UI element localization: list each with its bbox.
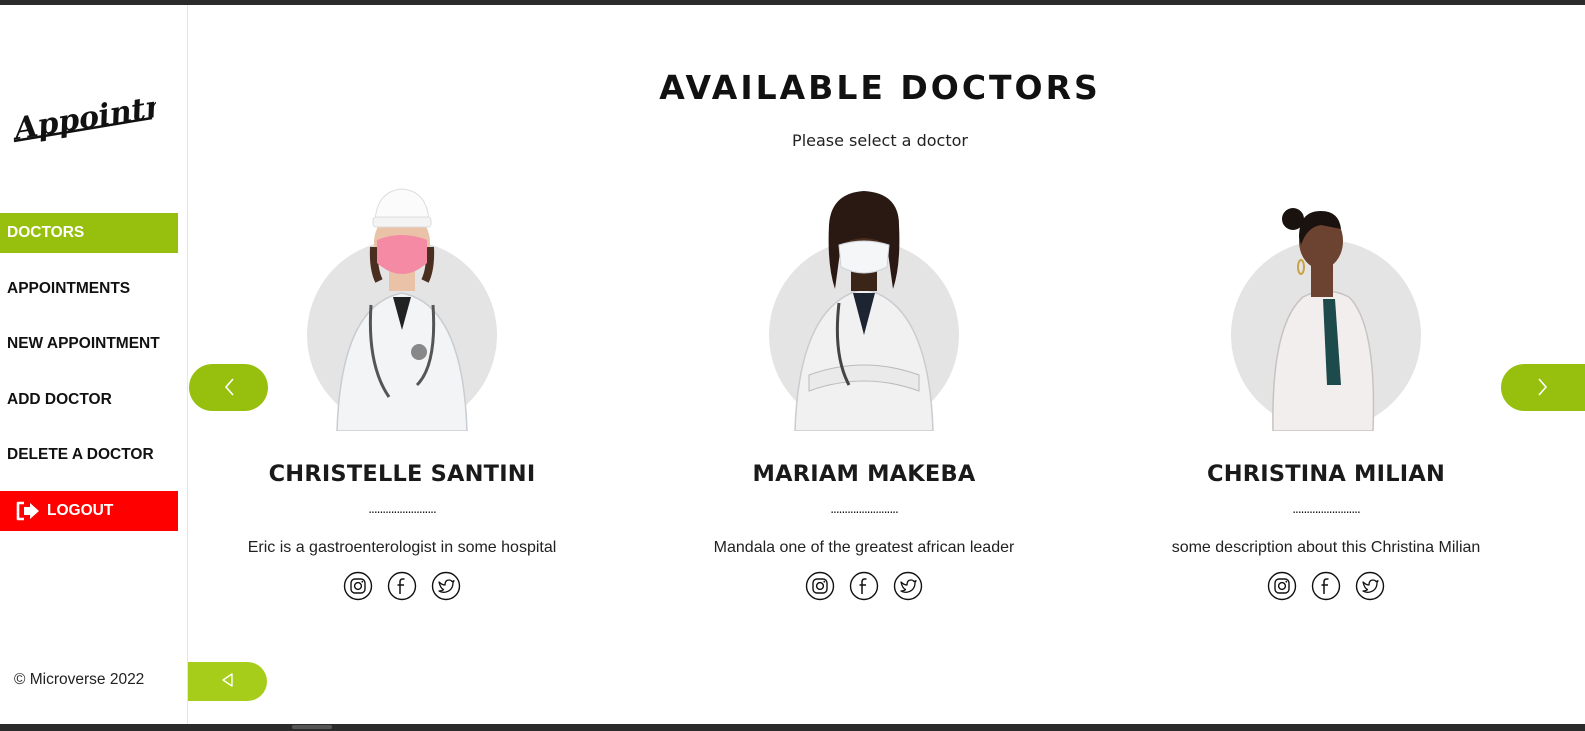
- copyright-text: © Microverse 2022: [14, 671, 145, 688]
- logout-icon: [15, 501, 41, 521]
- doctor-card[interactable]: CHRISTINA MILIAN .......................…: [1116, 185, 1536, 605]
- sidebar-nav: DOCTORS APPOINTMENTS NEW APPOINTMENT ADD…: [0, 213, 178, 546]
- doctor-photo[interactable]: [1231, 185, 1421, 432]
- twitter-icon[interactable]: [431, 571, 461, 601]
- doctor-name: CHRISTELLE SANTINI: [268, 461, 536, 487]
- social-links: [192, 571, 612, 601]
- instagram-icon[interactable]: [805, 571, 835, 601]
- facebook-icon[interactable]: [1311, 571, 1341, 601]
- bottom-frame-bar: [0, 724, 1585, 731]
- doctor-photo[interactable]: [307, 185, 497, 432]
- page-subtitle: Please select a doctor: [792, 131, 968, 150]
- top-frame-bar: [0, 0, 1585, 5]
- doctor-description: Mandala one of the greatest african lead…: [713, 539, 1015, 556]
- doctor-separator: ........................: [830, 502, 899, 516]
- sidebar: Appointment DOCTORS APPOINTMENTS NEW APP…: [0, 5, 234, 724]
- chevron-left-icon: [222, 376, 236, 400]
- instagram-icon[interactable]: [1267, 571, 1297, 601]
- facebook-icon[interactable]: [849, 571, 879, 601]
- doctor-photo[interactable]: [769, 185, 959, 432]
- doctor-separator: ........................: [368, 502, 437, 516]
- logout-button[interactable]: LOGOUT: [0, 490, 178, 531]
- social-links: [654, 571, 1074, 601]
- doctor-name: MARIAM MAKEBA: [752, 461, 976, 487]
- logout-label: LOGOUT: [47, 501, 114, 519]
- nav-item-doctors[interactable]: DOCTORS: [0, 213, 178, 253]
- twitter-icon[interactable]: [893, 571, 923, 601]
- nav-item-add-doctor[interactable]: ADD DOCTOR: [0, 380, 178, 420]
- nav-item-appointments[interactable]: APPOINTMENTS: [0, 269, 178, 309]
- doctor-card[interactable]: MARIAM MAKEBA ........................ M…: [654, 185, 1074, 605]
- social-links: [1116, 571, 1536, 601]
- sidebar-toggle-button[interactable]: [188, 662, 267, 701]
- horizontal-scrollbar-thumb[interactable]: [292, 725, 332, 729]
- instagram-icon[interactable]: [343, 571, 373, 601]
- doctor-description: Eric is a gastroenterologist in some hos…: [247, 539, 557, 556]
- appointment-logo[interactable]: Appointment: [9, 78, 234, 147]
- nav-item-new-appointment[interactable]: NEW APPOINTMENT: [0, 324, 178, 364]
- facebook-icon[interactable]: [387, 571, 417, 601]
- doctor-separator: ........................: [1292, 502, 1361, 516]
- chevron-right-icon: [1536, 376, 1550, 400]
- doctor-description: some description about this Christina Mi…: [1171, 539, 1481, 556]
- triangle-left-icon: [220, 672, 236, 692]
- carousel-prev-button[interactable]: [189, 364, 268, 411]
- twitter-icon[interactable]: [1355, 571, 1385, 601]
- doctor-name: CHRISTINA MILIAN: [1207, 461, 1445, 487]
- nav-item-delete-doctor[interactable]: DELETE A DOCTOR: [0, 435, 178, 475]
- page-title: AVAILABLE DOCTORS: [659, 68, 1101, 107]
- carousel-next-button[interactable]: [1501, 364, 1585, 411]
